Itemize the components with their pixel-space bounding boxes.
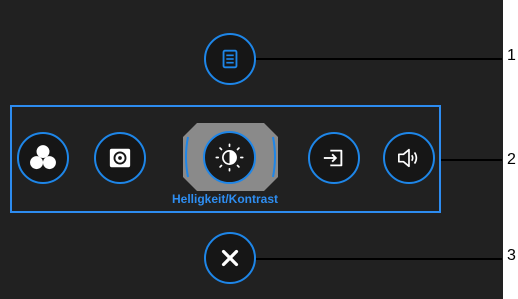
menu-icon <box>222 49 238 69</box>
menu-button[interactable] <box>204 33 256 85</box>
close-icon <box>221 249 239 267</box>
callout-1: 1 <box>507 47 516 64</box>
callout-leader-2 <box>441 159 502 161</box>
callout-leader-1 <box>256 58 502 60</box>
selected-function-label: Helligkeit/Kontrast <box>171 192 279 206</box>
callout-2: 2 <box>507 151 516 168</box>
brightness-contrast-button[interactable] <box>203 131 256 184</box>
callout-3: 3 <box>507 247 516 264</box>
callout-leader-3 <box>256 258 502 260</box>
color-preset-button[interactable] <box>17 132 69 184</box>
input-source-button[interactable] <box>308 132 360 184</box>
input-source-icon <box>323 149 343 167</box>
input-source-picture-icon <box>109 148 131 168</box>
color-preset-icon <box>30 145 56 170</box>
volume-icon <box>398 148 418 168</box>
osd-diagram: Helligkeit/Kontrast 1 2 3 <box>0 0 518 299</box>
exit-button[interactable] <box>204 232 256 284</box>
volume-button[interactable] <box>383 132 435 184</box>
brightness-contrast-icon <box>215 143 244 172</box>
input-source-picture-button[interactable] <box>94 132 146 184</box>
